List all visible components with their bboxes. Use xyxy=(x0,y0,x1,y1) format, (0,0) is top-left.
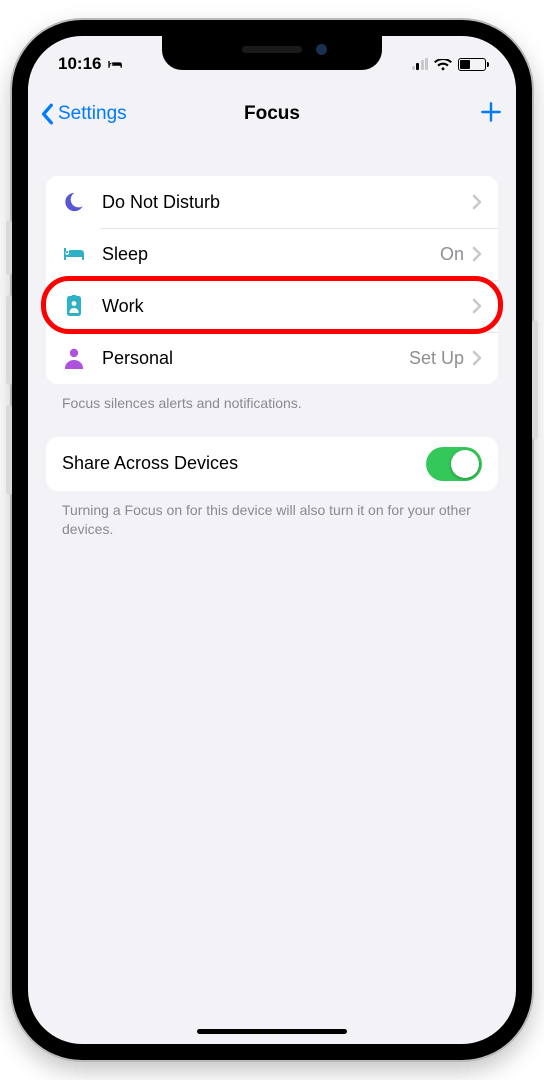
home-indicator[interactable] xyxy=(197,1029,347,1034)
battery-icon xyxy=(458,58,486,71)
moon-icon xyxy=(62,190,86,214)
share-toggle[interactable] xyxy=(426,447,482,481)
content: Do Not Disturb Sleep On Work xyxy=(28,156,516,1044)
focus-row-label: Do Not Disturb xyxy=(102,192,464,213)
back-label: Settings xyxy=(58,103,127,125)
focus-row-label: Work xyxy=(102,296,464,317)
chevron-right-icon xyxy=(472,298,482,314)
focus-list-footer: Focus silences alerts and notifications. xyxy=(46,384,498,437)
chevron-right-icon xyxy=(472,194,482,210)
share-label: Share Across Devices xyxy=(62,453,426,474)
status-time: 10:16 xyxy=(58,54,101,74)
add-button[interactable] xyxy=(478,98,504,130)
focus-row-value: Set Up xyxy=(409,348,464,369)
cellular-icon xyxy=(412,58,429,70)
focus-row-personal[interactable]: Personal Set Up xyxy=(46,332,498,384)
share-group: Share Across Devices xyxy=(46,437,498,491)
volume-down-button[interactable] xyxy=(6,405,12,495)
badge-icon xyxy=(62,294,86,318)
share-footer: Turning a Focus on for this device will … xyxy=(46,491,498,563)
bed-icon xyxy=(62,242,86,266)
focus-row-label: Sleep xyxy=(102,244,440,265)
bed-icon xyxy=(107,57,125,71)
focus-row-value: On xyxy=(440,244,464,265)
volume-up-button[interactable] xyxy=(6,295,12,385)
power-button[interactable] xyxy=(532,320,538,440)
focus-row-label: Personal xyxy=(102,348,409,369)
chevron-right-icon xyxy=(472,246,482,262)
focus-list: Do Not Disturb Sleep On Work xyxy=(46,176,498,384)
phone-frame: 10:16 Settings Focus xyxy=(12,20,532,1060)
page-title: Focus xyxy=(244,103,300,125)
person-icon xyxy=(62,346,86,370)
focus-row-work[interactable]: Work xyxy=(46,280,498,332)
screen: 10:16 Settings Focus xyxy=(28,36,516,1044)
mute-switch[interactable] xyxy=(6,220,12,275)
focus-row-do-not-disturb[interactable]: Do Not Disturb xyxy=(46,176,498,228)
wifi-icon xyxy=(434,57,452,71)
nav-bar: Settings Focus xyxy=(28,86,516,142)
share-across-devices-row: Share Across Devices xyxy=(46,437,498,491)
plus-icon xyxy=(478,99,504,125)
focus-row-sleep[interactable]: Sleep On xyxy=(46,228,498,280)
notch xyxy=(162,36,382,70)
chevron-left-icon xyxy=(40,103,56,125)
chevron-right-icon xyxy=(472,350,482,366)
back-button[interactable]: Settings xyxy=(40,103,127,125)
